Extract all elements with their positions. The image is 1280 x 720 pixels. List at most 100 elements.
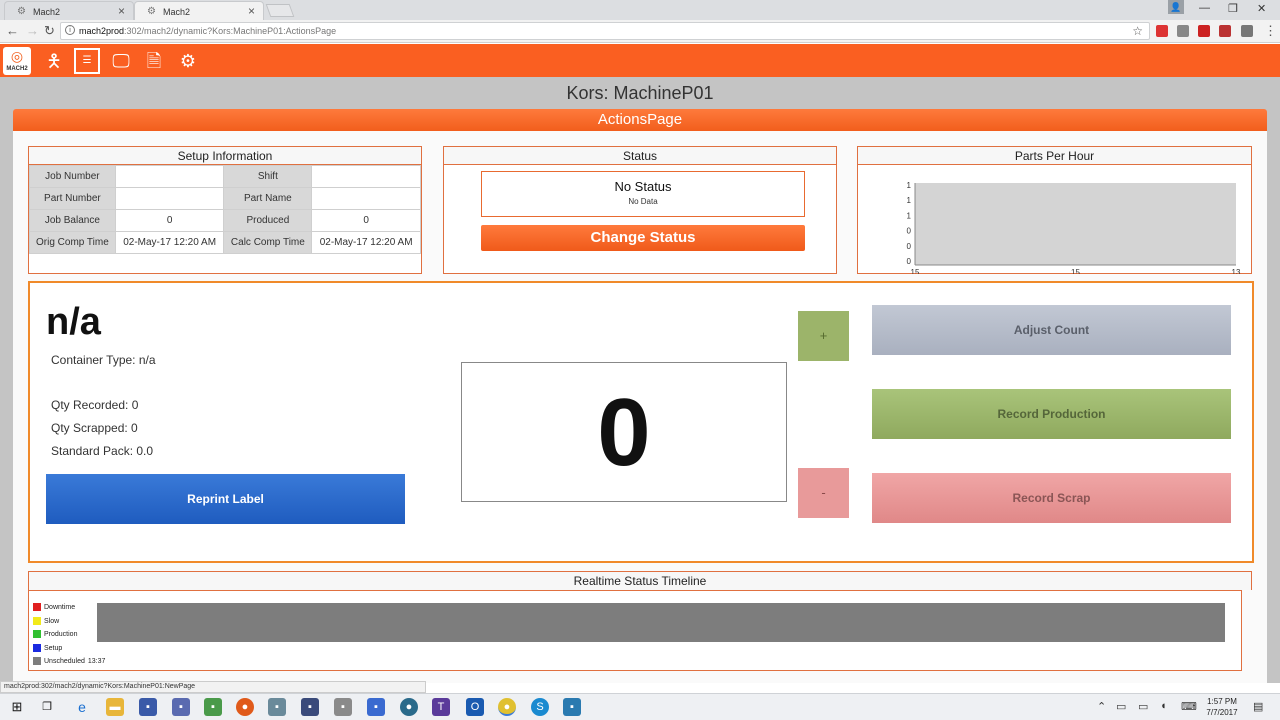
teams-icon[interactable]: T — [432, 698, 450, 716]
setup-value — [114, 165, 225, 188]
notifications-icon[interactable]: ▤ — [1253, 700, 1263, 713]
edge-icon[interactable]: e — [73, 698, 91, 716]
setup-label: Orig Comp Time — [29, 231, 116, 254]
app-icon[interactable]: ▪ — [301, 698, 319, 716]
legend-swatch — [33, 616, 41, 625]
skype-icon[interactable]: S — [531, 698, 549, 716]
setup-info-panel: Setup Information Job Number Shift Part Nu… — [28, 146, 422, 274]
restore-icon[interactable]: ❐ — [1228, 2, 1238, 15]
timeline-bar — [97, 603, 1225, 642]
record-production-button[interactable]: Record Production — [872, 389, 1231, 439]
minimize-icon[interactable]: — — [1199, 2, 1210, 14]
setup-value: 02-May-17 12:20 AM — [114, 231, 225, 254]
timeline-time-label: 13:37 — [87, 658, 106, 665]
y-tick-label: 1 — [907, 181, 912, 190]
x-tick-label: 15 — [911, 268, 920, 274]
browser-status-url: mach2prod:302/mach2/dynamic?Kors:Machine… — [0, 681, 426, 693]
app-icon[interactable]: ▪ — [563, 698, 581, 716]
close-tab-icon[interactable]: × — [248, 4, 255, 18]
outlook-icon[interactable]: O — [466, 698, 484, 716]
container-type: Container Type: n/a — [51, 353, 156, 367]
display-icon[interactable]: ▭ — [1138, 700, 1148, 713]
app-icon[interactable]: ● — [400, 698, 418, 716]
y-tick-label: 0 — [907, 227, 912, 236]
task-view-icon[interactable]: ❐ — [38, 698, 56, 716]
new-tab-button[interactable] — [265, 4, 295, 17]
legend-swatch — [33, 643, 41, 652]
app-icon[interactable]: ▪ — [139, 698, 157, 716]
settings-icon[interactable]: ⚙ — [175, 48, 201, 74]
change-status-button[interactable]: Change Status — [481, 225, 805, 251]
increment-button[interactable]: + — [798, 311, 849, 361]
page-header: ActionsPage — [13, 109, 1267, 131]
app-icon[interactable]: ▪ — [204, 698, 222, 716]
back-icon[interactable]: ← — [6, 23, 19, 38]
chrome-icon[interactable]: ● — [498, 698, 516, 716]
extension-icon[interactable] — [1241, 25, 1253, 37]
setup-value: 0 — [311, 209, 421, 232]
keyboard-icon[interactable]: ⌨ — [1181, 700, 1197, 713]
mach2-logo[interactable]: ◎ MACH2 — [3, 47, 31, 75]
volume-icon[interactable]: ◖ — [1160, 700, 1167, 712]
clock-date: 7/7/2017 — [1206, 708, 1238, 717]
page-favicon-icon: ⚙ — [17, 6, 26, 17]
app-icon[interactable]: ▪ — [172, 698, 190, 716]
app-icon[interactable]: ▪ — [268, 698, 286, 716]
close-window-icon[interactable]: ✕ — [1257, 2, 1266, 15]
reload-icon[interactable]: ↻ — [44, 23, 55, 39]
clock[interactable]: 1:57 PM 7/7/2017 — [1200, 696, 1244, 718]
count-display: 0 — [461, 362, 787, 502]
close-tab-icon[interactable]: × — [118, 4, 125, 18]
decrement-button[interactable]: - — [798, 468, 849, 518]
record-scrap-button[interactable]: Record Scrap — [872, 473, 1231, 523]
operator-icon[interactable]: 🯅 — [41, 48, 67, 74]
legend-item: Downtime — [33, 601, 105, 615]
page-body: Setup Information Job Number Shift Part Nu… — [13, 131, 1267, 683]
app-icon[interactable]: ▪ — [334, 698, 352, 716]
parts-per-hour-chart: 1 1 1 0 0 0 15 15 13 — [907, 181, 1241, 274]
y-tick-label: 1 — [907, 196, 912, 205]
clock-time: 1:57 PM — [1207, 697, 1237, 706]
start-icon[interactable]: ⊞ — [8, 698, 26, 716]
url-input[interactable]: i mach2prod:302/mach2/dynamic?Kors:Machi… — [60, 22, 1150, 40]
reprint-label-button[interactable]: Reprint Label — [46, 474, 405, 524]
app-icon[interactable]: ▪ — [367, 698, 385, 716]
timeline-title: Realtime Status Timeline — [28, 571, 1252, 590]
parts-per-hour-panel: Parts Per Hour 1 1 1 0 0 0 15 15 13 — [857, 146, 1252, 274]
page-favicon-icon: ⚙ — [147, 6, 156, 17]
firefox-icon[interactable]: ● — [236, 698, 254, 716]
status-sub: No Data — [628, 197, 658, 206]
tray-chevron-icon[interactable]: ⌃ — [1097, 700, 1106, 713]
qty-scrapped: Qty Scrapped: 0 — [51, 421, 138, 435]
network-icon[interactable]: ▭ — [1116, 700, 1126, 713]
setup-value — [311, 165, 421, 188]
standard-pack: Standard Pack: 0.0 — [51, 444, 154, 458]
setup-value — [114, 187, 225, 210]
setup-label: Part Number — [29, 187, 116, 210]
action-panel: n/a Container Type: n/a Qty Recorded: 0 … — [28, 281, 1254, 563]
shield-icon[interactable] — [1198, 25, 1210, 37]
document-icon[interactable]: 🗎 — [141, 48, 167, 74]
legend-label: Downtime — [44, 604, 76, 611]
profile-icon[interactable]: 👤 — [1168, 0, 1184, 14]
menu-icon[interactable]: ⋮ — [1264, 23, 1277, 39]
dashboard-icon[interactable]: ☰ — [74, 48, 100, 74]
file-explorer-icon[interactable]: ▬ — [106, 698, 124, 716]
status-panel: Status No Status No Data Change Status — [443, 146, 837, 274]
browser-tab-active[interactable]: ⚙ Mach2 × — [134, 1, 264, 20]
container-name: n/a — [46, 301, 101, 343]
bookmark-star-icon[interactable]: ☆ — [1132, 24, 1143, 38]
adjust-count-button[interactable]: Adjust Count — [872, 305, 1231, 355]
legend-item: Slow — [33, 615, 105, 629]
extension-icon[interactable] — [1219, 25, 1231, 37]
forward-icon[interactable]: → — [26, 23, 39, 38]
info-icon[interactable]: i — [65, 25, 75, 35]
presentation-icon[interactable]: 🖵 — [108, 48, 134, 74]
browser-tab[interactable]: ⚙ Mach2 × — [4, 1, 134, 20]
setup-row: Job Number Shift — [29, 165, 421, 188]
extension-icon[interactable] — [1177, 25, 1189, 37]
app-toolbar: ◎ MACH2 🯅 ☰ 🖵 🗎 ⚙ — [0, 44, 1280, 77]
tab-title: Mach2 — [163, 7, 191, 17]
extension-icon[interactable] — [1156, 25, 1168, 37]
y-tick-label: 1 — [907, 211, 912, 220]
